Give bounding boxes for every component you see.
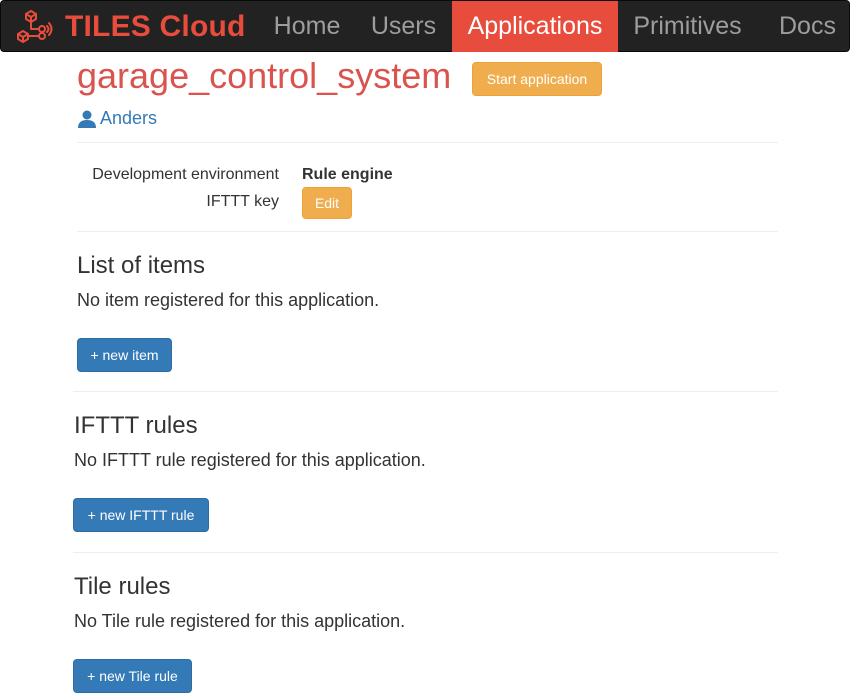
- application-title: garage_control_system: [77, 55, 452, 96]
- brand[interactable]: TILES Cloud: [15, 1, 246, 53]
- start-application-button[interactable]: Start application: [472, 62, 602, 96]
- nav-applications[interactable]: Applications: [452, 1, 618, 52]
- divider: [73, 552, 778, 553]
- items-empty-text: No item registered for this application.: [77, 290, 380, 310]
- user-icon: [78, 110, 96, 128]
- nav-users[interactable]: Users: [355, 1, 452, 52]
- tile-rules-empty-text: No Tile rule registered for this applica…: [74, 611, 406, 631]
- nav-docs[interactable]: Docs: [757, 1, 850, 52]
- ifttt-rules-empty-text: No IFTTT rule registered for this applic…: [74, 450, 426, 470]
- divider: [77, 142, 778, 143]
- new-tile-rule-button[interactable]: + new Tile rule: [73, 659, 192, 693]
- env-label: Development environment: [92, 166, 279, 183]
- edit-ifttt-key-button[interactable]: Edit: [302, 187, 352, 219]
- ifttt-key-label: IFTTT key: [206, 193, 279, 210]
- brand-name: TILES Cloud: [65, 10, 246, 43]
- new-item-button[interactable]: + new item: [77, 338, 172, 372]
- owner-link[interactable]: Anders: [77, 108, 157, 129]
- ifttt-rules-heading: IFTTT rules: [74, 412, 198, 439]
- tiles-logo-icon: [17, 10, 53, 43]
- nav-home[interactable]: Home: [259, 1, 355, 52]
- owner-name: Anders: [100, 108, 158, 128]
- nav-primitives[interactable]: Primitives: [618, 1, 757, 52]
- items-heading: List of items: [77, 252, 206, 279]
- divider: [73, 391, 778, 392]
- env-value: Rule engine: [302, 166, 393, 183]
- divider: [77, 231, 778, 232]
- tile-rules-heading: Tile rules: [74, 573, 171, 600]
- new-ifttt-rule-button[interactable]: + new IFTTT rule: [73, 498, 209, 532]
- top-navbar: TILES Cloud Home Users Applications Prim…: [0, 0, 850, 52]
